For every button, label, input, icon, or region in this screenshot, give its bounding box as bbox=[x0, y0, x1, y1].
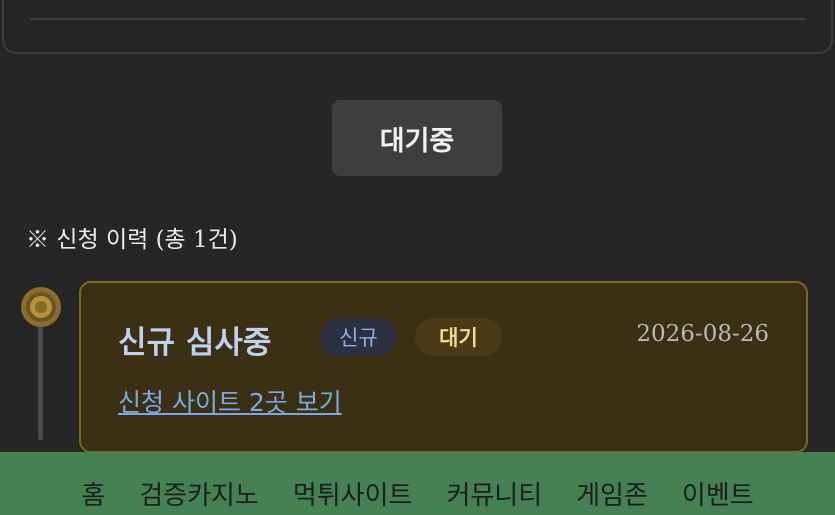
timeline-line bbox=[38, 318, 43, 440]
badge-waiting: 대기 bbox=[415, 318, 502, 356]
page: 대기중 ※ 신청 이력 (총 1건) 신규 심사중 신규 대기 2026-08-… bbox=[0, 0, 835, 515]
nav-scam-sites[interactable]: 먹튀사이트 bbox=[293, 483, 413, 515]
status-button[interactable]: 대기중 bbox=[332, 100, 502, 176]
history-item-date: 2026-08-26 bbox=[636, 321, 769, 347]
timeline-dot-icon bbox=[21, 287, 61, 327]
nav-verified-casino[interactable]: 검증카지노 bbox=[139, 483, 259, 515]
nav-home[interactable]: 홈 bbox=[81, 483, 105, 515]
history-item: 신규 심사중 신규 대기 2026-08-26 신청 사이트 2곳 보기 bbox=[79, 281, 808, 453]
history-item-title: 신규 심사중 bbox=[118, 325, 272, 361]
nav-events[interactable]: 이벤트 bbox=[682, 483, 754, 515]
bottom-nav: 홈 검증카지노 먹튀사이트 커뮤니티 게임존 이벤트 bbox=[0, 452, 835, 515]
view-sites-link[interactable]: 신청 사이트 2곳 보기 bbox=[118, 383, 342, 419]
badge-new: 신규 bbox=[320, 318, 397, 356]
top-card bbox=[2, 0, 833, 54]
divider bbox=[30, 18, 805, 20]
history-title: ※ 신청 이력 (총 1건) bbox=[26, 227, 238, 253]
nav-community[interactable]: 커뮤니티 bbox=[446, 483, 542, 515]
nav-game-zone[interactable]: 게임존 bbox=[576, 483, 648, 515]
